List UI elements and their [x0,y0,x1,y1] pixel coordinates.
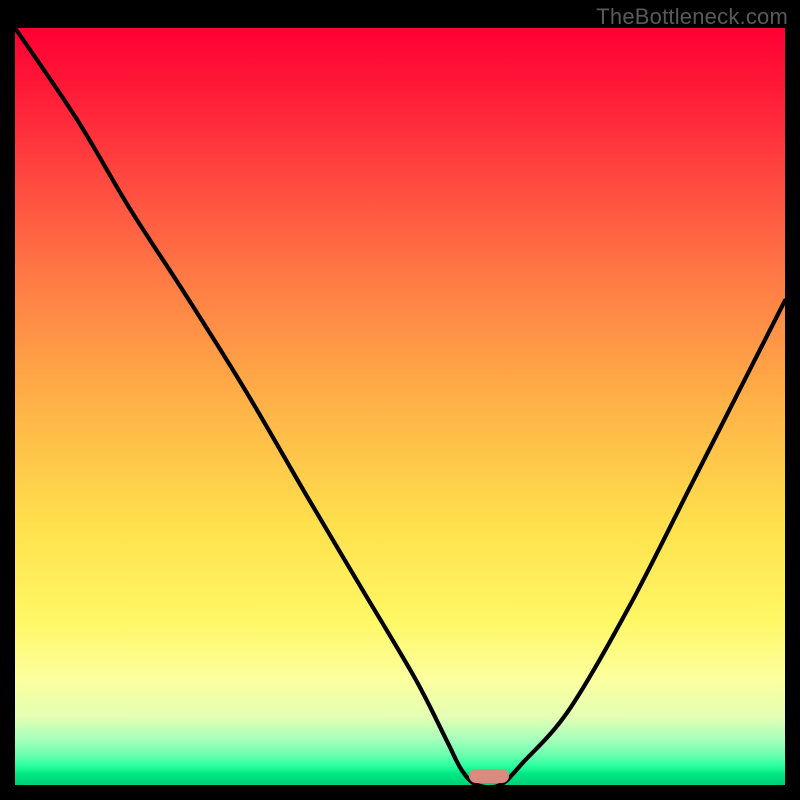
chart-area [15,28,785,785]
curve-layer [15,28,785,785]
bottleneck-curve [15,28,785,785]
optimal-point-marker [469,769,509,783]
watermark-text: TheBottleneck.com [596,4,788,30]
